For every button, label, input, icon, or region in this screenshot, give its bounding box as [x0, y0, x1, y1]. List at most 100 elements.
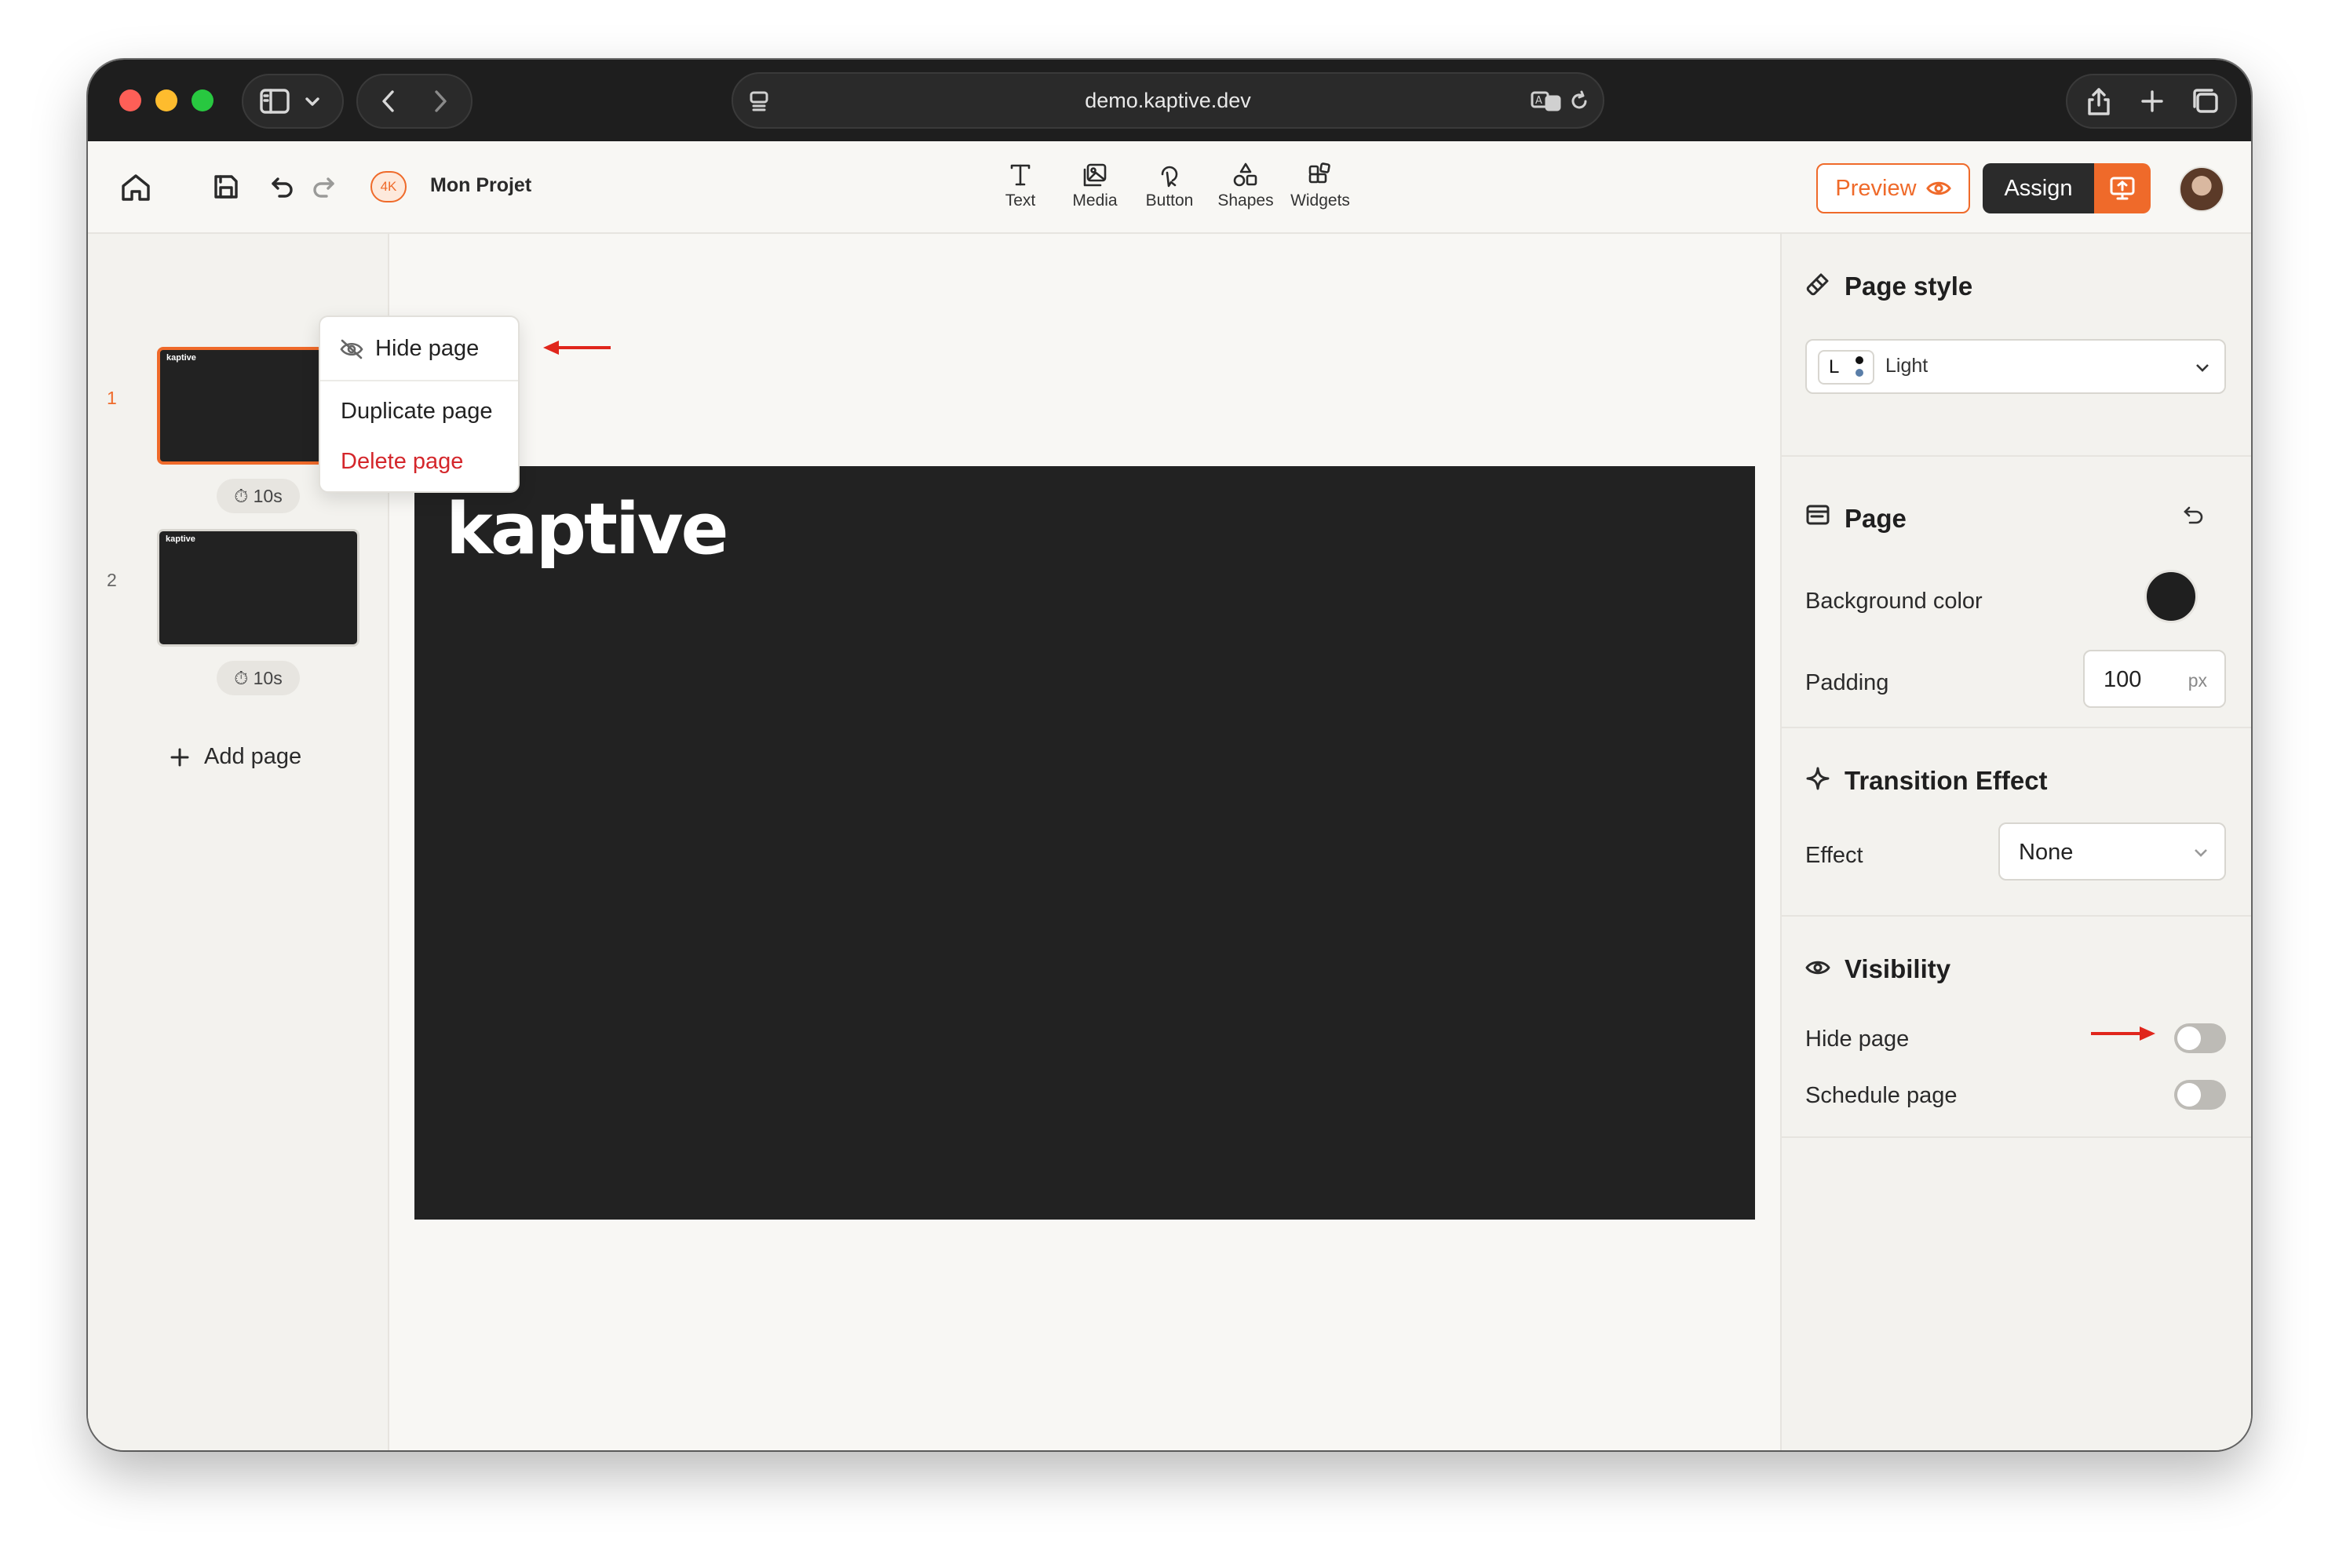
annotation-arrow-right [2091, 1026, 2155, 1041]
annotation-arrow-left [543, 341, 611, 355]
assign-button[interactable]: Assign [1983, 163, 2094, 213]
page-duration-label: 10s [253, 668, 283, 688]
sidebar-toggle-group[interactable] [242, 74, 344, 129]
tool-media[interactable]: Media [1056, 162, 1134, 210]
menu-divider [320, 380, 518, 381]
chevron-down-icon[interactable] [303, 92, 322, 111]
style-dot-dark [1856, 356, 1863, 364]
page-duration[interactable]: ⏱ 10s [217, 661, 300, 695]
tool-text[interactable]: Text [981, 162, 1060, 210]
page-duration-label: 10s [253, 486, 283, 506]
page-context-menu: Hide page Duplicate page Delete page [319, 315, 520, 493]
sparkle-icon [1805, 766, 1830, 795]
effect-select[interactable]: None [1998, 822, 2226, 881]
text-icon [1010, 164, 1031, 186]
translate-icon[interactable]: A [1531, 89, 1562, 113]
browser-window: demo.kaptive.dev A 4K Mon Projet Text Me… [88, 60, 2251, 1450]
share-icon[interactable] [2085, 86, 2113, 117]
menu-item-delete-page[interactable]: Delete page [341, 449, 463, 475]
transition-title: Transition Effect [1845, 766, 2048, 795]
kaptive-logo[interactable]: kaptive [446, 488, 729, 571]
tabs-overview-icon[interactable] [2190, 86, 2221, 116]
menu-item-duplicate-page[interactable]: Duplicate page [341, 399, 492, 425]
effect-label: Effect [1805, 843, 1863, 868]
home-icon[interactable] [119, 171, 152, 208]
tool-media-label: Media [1072, 191, 1118, 210]
thumbnail-logo: kaptive [166, 534, 195, 544]
timer-icon: ⏱ [234, 486, 249, 506]
add-page-button[interactable]: Add page [170, 744, 301, 770]
forward-icon[interactable] [429, 88, 452, 115]
background-color-swatch[interactable] [2144, 570, 2198, 623]
history-nav-group [356, 74, 473, 129]
reload-icon[interactable] [1568, 89, 1590, 113]
undo-icon[interactable] [270, 174, 295, 203]
padding-input[interactable]: 100 px [2083, 650, 2226, 708]
svg-text:A: A [1535, 95, 1542, 107]
padding-value: 100 [2104, 667, 2142, 692]
window-actions-group [2066, 74, 2237, 129]
eye-icon [1925, 181, 1951, 195]
paintbrush-icon [1805, 272, 1830, 301]
project-title[interactable]: Mon Projet [430, 174, 531, 197]
shapes-icon [1233, 162, 1257, 187]
tool-shapes-label: Shapes [1217, 191, 1274, 210]
page-style-select[interactable]: L Light [1805, 339, 2226, 394]
button-icon [1161, 166, 1178, 188]
page-thumbnail-2[interactable]: kaptive [157, 529, 359, 647]
page-number: 2 [107, 570, 117, 590]
chevron-down-icon [2195, 849, 2207, 857]
style-dot-accent [1856, 369, 1863, 377]
save-icon[interactable] [212, 173, 240, 205]
menu-item-hide-page[interactable]: Hide page [339, 336, 479, 362]
hide-page-toggle[interactable] [2174, 1023, 2226, 1053]
tool-widgets[interactable]: Widgets [1281, 162, 1359, 210]
zoom-window-button[interactable] [192, 89, 213, 111]
tool-button-label: Button [1145, 191, 1194, 210]
widgets-icon [1308, 162, 1330, 184]
assign-screen-button[interactable] [2094, 163, 2151, 213]
page-style-title: Page style [1845, 272, 1973, 301]
sidebar-icon [260, 89, 290, 114]
minimize-window-button[interactable] [155, 89, 177, 111]
hide-page-label: Hide page [1805, 1026, 1910, 1052]
padding-label: Padding [1805, 670, 1889, 695]
reset-icon[interactable] [2182, 504, 2206, 531]
style-swatch-letter: L [1829, 356, 1840, 377]
page-layout-icon [1805, 504, 1830, 530]
schedule-page-toggle[interactable] [2174, 1080, 2226, 1110]
back-icon[interactable] [377, 88, 400, 115]
page-section: Page Background color Padding 100 px [1782, 457, 2251, 728]
page-number: 1 [107, 388, 117, 408]
browser-titlebar: demo.kaptive.dev A [88, 60, 2251, 141]
menu-hide-label: Hide page [375, 336, 480, 361]
transition-section: Transition Effect Effect None [1782, 728, 2251, 917]
new-tab-icon[interactable] [2138, 87, 2166, 115]
preview-label: Preview [1835, 175, 1917, 201]
page-duration[interactable]: ⏱ 10s [217, 479, 300, 513]
preview-button[interactable]: Preview [1816, 163, 1970, 213]
thumbnail-logo: kaptive [166, 353, 196, 363]
effect-value: None [2019, 840, 2074, 865]
tool-widgets-label: Widgets [1290, 191, 1350, 210]
page-style-value: Light [1885, 355, 1928, 377]
close-window-button[interactable] [119, 89, 141, 111]
media-icon [1083, 163, 1107, 187]
padding-unit: px [2188, 670, 2207, 691]
tool-shapes[interactable]: Shapes [1206, 162, 1285, 210]
visibility-title: Visibility [1845, 954, 1951, 983]
tool-button[interactable]: Button [1130, 162, 1209, 210]
slide-canvas[interactable]: kaptive [414, 466, 1755, 1220]
resolution-badge[interactable]: 4K [370, 171, 407, 202]
editor-toolbar: 4K Mon Projet Text Media Button Shapes W… [88, 141, 2251, 234]
redo-icon[interactable] [311, 174, 336, 203]
eye-off-icon [340, 339, 363, 359]
eye-icon [1805, 957, 1830, 982]
background-color-label: Background color [1805, 589, 1983, 614]
schedule-page-label: Schedule page [1805, 1083, 1958, 1108]
properties-panel: Page style L Light Page Background color… [1780, 234, 2251, 1450]
address-bar[interactable]: demo.kaptive.dev A [732, 72, 1604, 129]
avatar[interactable] [2179, 166, 2224, 212]
plus-icon [170, 748, 189, 766]
timer-icon: ⏱ [234, 668, 249, 688]
